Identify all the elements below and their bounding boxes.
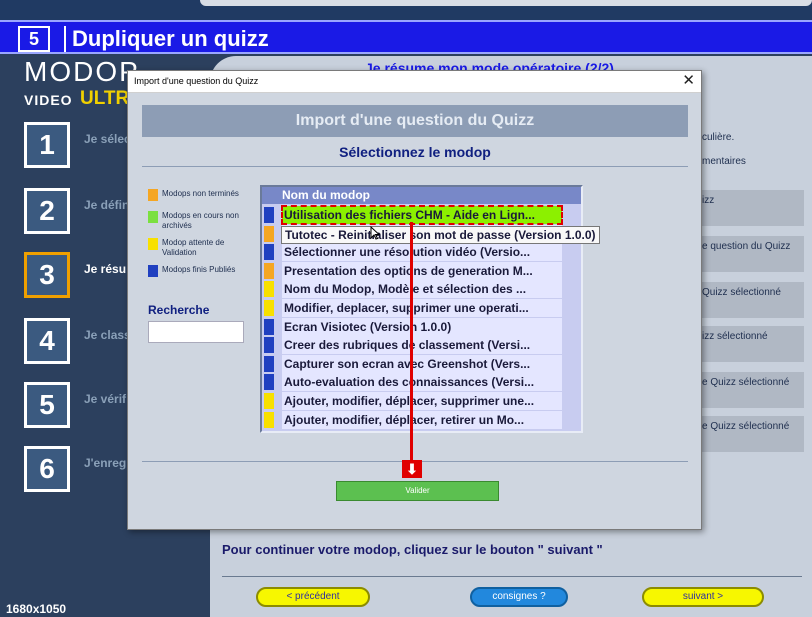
right-menu-item[interactable]: e question du Quizz [700, 236, 804, 272]
validate-button[interactable]: Valider [336, 481, 499, 501]
list-item-label: Creer des rubriques de classement (Versi… [282, 336, 562, 355]
step-title: Dupliquer un quizz [64, 26, 269, 52]
dialog-header: Import d'une question du Quizz [142, 105, 688, 137]
top-strip [0, 0, 812, 22]
search-label: Recherche [148, 303, 210, 317]
legend-swatch [148, 211, 158, 223]
list-item-label: Sélectionner une résolution vidéo (Versi… [282, 243, 562, 262]
previous-button[interactable]: < précédent [256, 587, 370, 607]
step-2-button[interactable]: 2 [24, 188, 70, 234]
step-banner: 5 Dupliquer un quizz [0, 20, 812, 54]
status-swatch [264, 411, 274, 428]
page-note: mentaires [702, 156, 746, 167]
list-item[interactable]: Ecran Visiotec (Version 1.0.0) [262, 317, 581, 336]
list-item-label: Ajouter, modifier, déplacer, supprimer u… [282, 392, 562, 410]
legend-label: Modops non terminés [162, 189, 239, 198]
list-item-label: Ecran Visiotec (Version 1.0.0) [282, 317, 562, 336]
legend-swatch [148, 265, 158, 277]
right-menu-item[interactable]: e Quizz sélectionné [700, 372, 804, 408]
step-6-button[interactable]: 6 [24, 446, 70, 492]
modop-list[interactable]: Nom du modop Utilisation des fichiers CH… [260, 185, 583, 433]
row-tooltip: Tutotec - Reinitialiser son mot de passe… [281, 226, 600, 244]
list-item[interactable]: Ajouter, modifier, déplacer, retirer un … [262, 410, 581, 429]
list-item-label: Auto-evaluation des connaissances (Versi… [282, 373, 562, 392]
list-item[interactable]: Modifier, deplacer, supprimer une operat… [262, 299, 581, 317]
status-swatch [264, 374, 274, 391]
right-menu-item[interactable]: e Quizz sélectionné [700, 416, 804, 452]
list-item-label: Utilisation des fichiers CHM - Aide en L… [281, 205, 563, 225]
search-input[interactable] [148, 321, 244, 343]
dialog-titlebar: Import d'une question du Quizz ✕ [128, 71, 701, 93]
status-swatch [264, 337, 274, 354]
legend-label: Modop attente de Validation [162, 238, 225, 257]
list-item[interactable]: Nom du Modop, Modèle et sélection des ..… [262, 280, 581, 299]
step-4-button[interactable]: 4 [24, 318, 70, 364]
list-item-label: Capturer son ecran avec Greenshot (Vers.… [282, 354, 562, 373]
right-menu-item[interactable]: Quizz sélectionné [700, 282, 804, 318]
status-swatch [264, 318, 274, 335]
page-note: culière. [702, 132, 735, 143]
annotation-line [410, 222, 413, 460]
right-menu-item[interactable]: izz [700, 190, 804, 226]
status-swatch [264, 355, 274, 372]
list-item-label: Presentation des options de generation M… [282, 261, 562, 280]
list-item-label: Nom du Modop, Modèle et sélection des ..… [282, 280, 562, 299]
consignes-button[interactable]: consignes ? [470, 587, 568, 607]
step-1-button[interactable]: 1 [24, 122, 70, 168]
status-swatch [264, 244, 274, 261]
list-item[interactable]: Presentation des options de generation M… [262, 261, 581, 280]
status-swatch [264, 300, 274, 316]
legend-label: Modops en cours non archivés [162, 211, 239, 230]
status-swatch [264, 225, 274, 242]
step-5-button[interactable]: 5 [24, 382, 70, 428]
logo-ultra: ULTR [80, 88, 130, 109]
close-icon[interactable]: ✕ [682, 73, 695, 89]
mouse-cursor-icon [370, 226, 380, 240]
dialog-window-title: Import d'une question du Quizz [134, 76, 259, 86]
top-lip [200, 0, 812, 6]
status-swatch [264, 207, 274, 223]
legend-swatch [148, 238, 158, 250]
legend-label: Modops finis Publiés [162, 265, 236, 274]
logo-modop: MODOP [24, 56, 140, 87]
list-item-label: Ajouter, modifier, déplacer, retirer un … [282, 410, 562, 429]
step-number: 5 [18, 26, 50, 52]
status-swatch [264, 262, 274, 279]
list-item[interactable]: Capturer son ecran avec Greenshot (Vers.… [262, 354, 581, 373]
list-item[interactable]: Creer des rubriques de classement (Versi… [262, 336, 581, 355]
list-header[interactable]: Nom du modop [262, 187, 581, 204]
logo-video: VIDEO [24, 92, 73, 108]
list-item[interactable]: Utilisation des fichiers CHM - Aide en L… [262, 205, 581, 225]
legend-swatch [148, 189, 158, 201]
status-swatch [264, 393, 274, 409]
right-menu-item[interactable]: izz sélectionné [700, 326, 804, 362]
step-3-button[interactable]: 3 [24, 252, 70, 298]
divider [222, 576, 802, 577]
next-button[interactable]: suivant > [642, 587, 764, 607]
status-swatch [264, 281, 274, 298]
list-item[interactable]: Ajouter, modifier, déplacer, supprimer u… [262, 392, 581, 410]
list-item[interactable]: Sélectionner une résolution vidéo (Versi… [262, 243, 581, 262]
list-item[interactable]: Auto-evaluation des connaissances (Versi… [262, 373, 581, 392]
list-item-label: Modifier, deplacer, supprimer une operat… [282, 299, 562, 317]
dialog-subtitle: Sélectionnez le modop [142, 137, 688, 167]
resolution-label: 1680x1050 [6, 602, 67, 616]
arrow-down-icon: ⬇ [402, 460, 422, 478]
instruction-text: Pour continuer votre modop, cliquez sur … [222, 542, 603, 557]
